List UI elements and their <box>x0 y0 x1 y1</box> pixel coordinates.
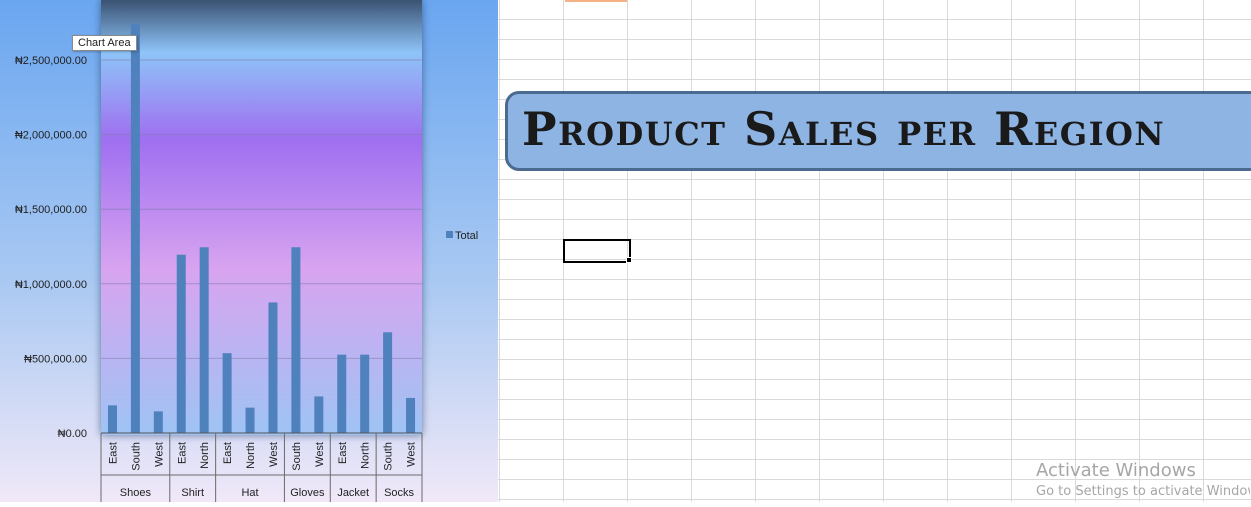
x-category-label: East <box>337 442 349 464</box>
bar[interactable] <box>314 396 324 433</box>
selected-cell[interactable] <box>563 239 631 263</box>
bar[interactable] <box>153 411 163 433</box>
watermark-subtitle: Go to Settings to activate Windows. <box>1036 484 1250 499</box>
y-tick-label: ₦2,000,000.00 <box>15 130 87 142</box>
legend-label[interactable]: Total <box>455 230 478 242</box>
x-category-label: East <box>107 442 119 464</box>
x-category-label: East <box>222 442 234 464</box>
bar[interactable] <box>360 354 370 433</box>
bar[interactable] <box>383 332 393 433</box>
bar[interactable] <box>107 405 117 433</box>
sales-chart[interactable]: ₦0.00 ₦500,000.00 ₦1,000,000.00 ₦1,500,000.… <box>0 0 498 502</box>
y-tick-label: ₦0.00 <box>58 428 87 440</box>
bar[interactable] <box>176 254 186 433</box>
y-tick-label: ₦2,500,000.00 <box>15 55 87 67</box>
bar[interactable] <box>406 397 416 433</box>
fill-handle[interactable] <box>626 257 632 263</box>
bar[interactable] <box>245 407 255 433</box>
x-category-label: South <box>130 442 142 471</box>
bar[interactable] <box>337 354 347 433</box>
x-category-label: South <box>383 442 395 471</box>
bar[interactable] <box>199 247 209 433</box>
bar[interactable] <box>130 24 140 434</box>
plot-area[interactable] <box>101 0 422 435</box>
x-category-label: North <box>360 442 372 469</box>
x-category-label: West <box>406 442 418 467</box>
bar[interactable] <box>268 302 278 433</box>
x-group-label: Jacket <box>337 487 369 499</box>
x-group-label: Hat <box>241 487 258 499</box>
title-text: Product Sales per Region <box>522 102 1166 156</box>
chart-area[interactable]: ₦0.00 ₦500,000.00 ₦1,000,000.00 ₦1,500,000.… <box>0 0 498 502</box>
x-group-label: Shoes <box>120 487 152 499</box>
x-group-label: Gloves <box>290 487 325 499</box>
x-category-label: North <box>199 442 211 469</box>
legend-swatch <box>446 231 453 238</box>
x-group-label: Socks <box>384 487 414 499</box>
x-group-label: Shirt <box>181 487 204 499</box>
title-shape[interactable]: Product Sales per Region <box>505 91 1251 171</box>
y-tick-label: ₦500,000.00 <box>24 353 87 365</box>
y-tick-label: ₦1,000,000.00 <box>15 279 87 291</box>
chart-area-tooltip: Chart Area <box>72 35 137 51</box>
x-category-label: West <box>314 442 326 467</box>
x-category-label: North <box>245 442 257 469</box>
bar[interactable] <box>291 247 301 433</box>
bar[interactable] <box>222 353 232 433</box>
activation-watermark: Activate Windows Go to Settings to activ… <box>1036 460 1250 499</box>
x-category-label: West <box>268 442 280 467</box>
x-category-label: South <box>291 442 303 471</box>
x-category-label: West <box>153 442 165 467</box>
watermark-title: Activate Windows <box>1036 460 1196 481</box>
y-tick-label: ₦1,500,000.00 <box>15 204 87 216</box>
column-header-highlight <box>565 0 627 2</box>
x-category-label: East <box>176 442 188 464</box>
